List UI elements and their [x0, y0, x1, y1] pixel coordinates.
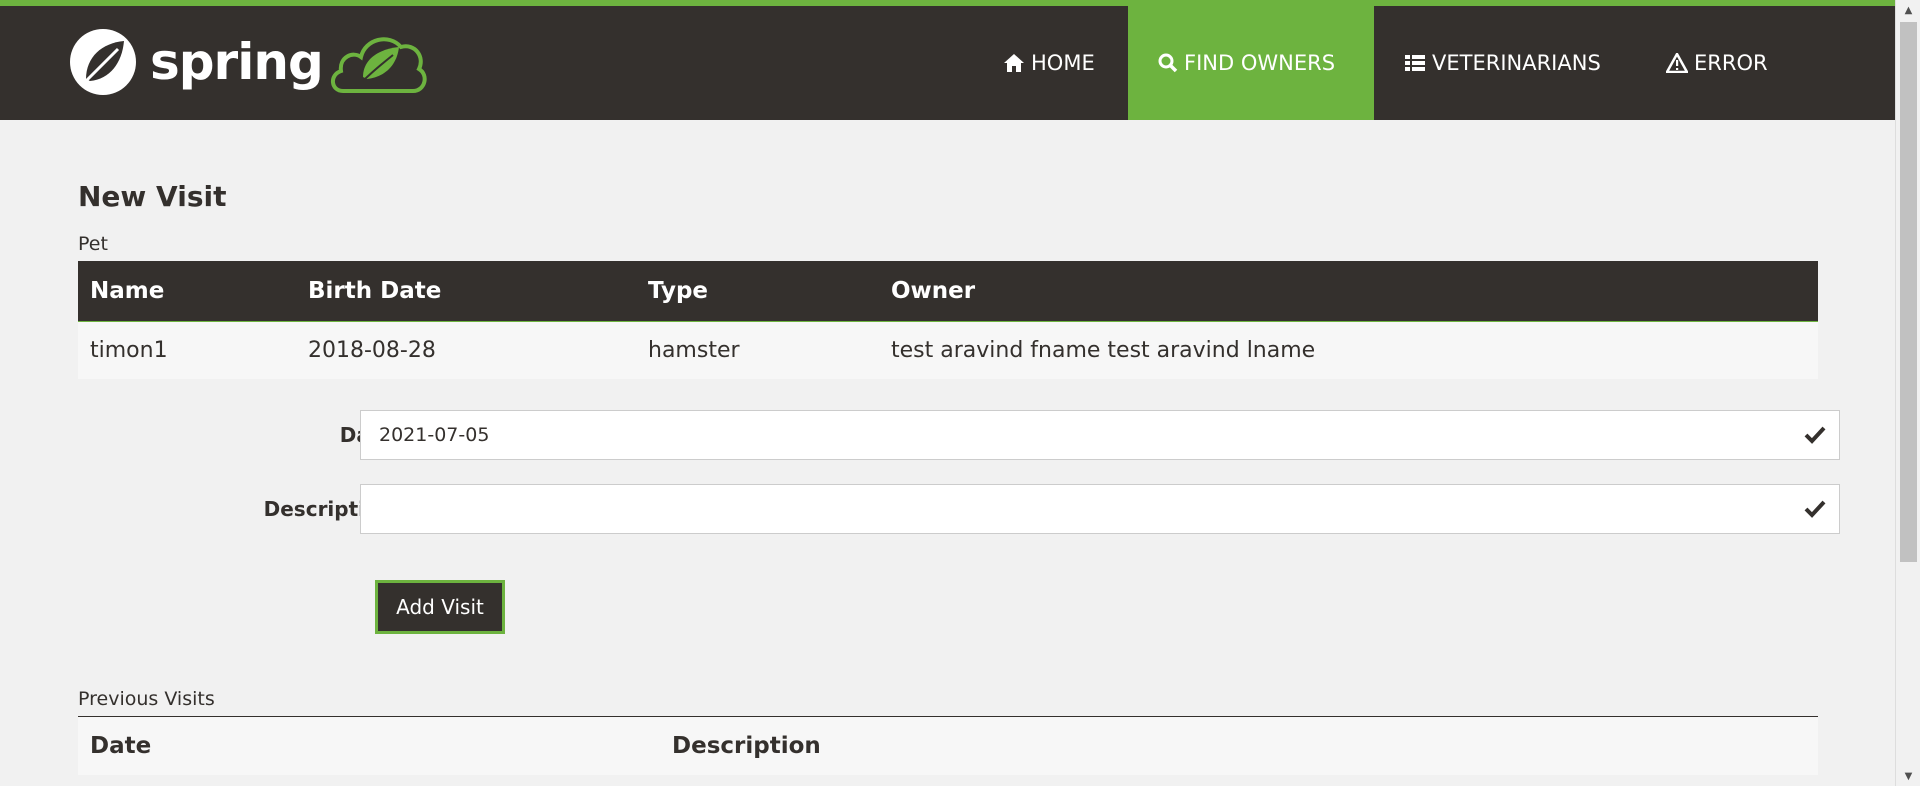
search-icon — [1158, 53, 1178, 73]
column-header-owner: Owner — [879, 261, 1818, 322]
warning-icon — [1666, 53, 1688, 73]
add-visit-button[interactable]: Add Visit — [375, 580, 505, 634]
previous-visits-table: Date Description — [78, 716, 1818, 775]
nav-veterinarians-label: VETERINARIANS — [1432, 51, 1601, 75]
check-icon — [1804, 484, 1826, 534]
check-icon — [1804, 410, 1826, 460]
nav-find-owners-label: FIND OWNERS — [1184, 51, 1336, 75]
spring-logo[interactable]: spring — [68, 22, 429, 102]
nav-error[interactable]: ERROR — [1636, 6, 1798, 120]
scrollbar-thumb[interactable] — [1900, 22, 1917, 562]
pet-name-cell: timon1 — [78, 321, 296, 379]
date-form-row: Date 2021-07-05 — [78, 410, 1840, 460]
description-form-row: Description — [78, 484, 1840, 534]
spring-leaf-icon — [70, 29, 136, 95]
pet-owner-cell: test aravind fname test aravind lname — [879, 321, 1818, 379]
scroll-up-arrow-icon[interactable]: ▲ — [1896, 0, 1920, 20]
cloud-leaf-icon — [330, 37, 427, 93]
home-icon — [1003, 53, 1025, 73]
pet-table: Name Birth Date Type Owner timon1 2018-0… — [78, 261, 1818, 379]
vertical-scrollbar[interactable]: ▲ ▼ — [1895, 0, 1920, 786]
column-header-type: Type — [636, 261, 879, 322]
nav-home-label: HOME — [1031, 51, 1095, 75]
date-input[interactable]: 2021-07-05 — [360, 410, 1840, 460]
column-header-date: Date — [78, 716, 660, 775]
nav-find-owners[interactable]: FIND OWNERS — [1128, 6, 1374, 120]
nav-error-label: ERROR — [1694, 51, 1768, 75]
nav-home[interactable]: HOME — [973, 6, 1125, 120]
brand-wordmark: spring — [150, 33, 324, 91]
pet-type-cell: hamster — [636, 321, 879, 379]
column-header-name: Name — [78, 261, 296, 322]
scroll-down-arrow-icon[interactable]: ▼ — [1896, 766, 1920, 786]
pet-section-label: Pet — [78, 233, 108, 255]
table-row: timon1 2018-08-28 hamster test aravind f… — [78, 321, 1818, 379]
column-header-birth-date: Birth Date — [296, 261, 636, 322]
page-title: New Visit — [78, 180, 227, 213]
list-icon — [1404, 53, 1426, 73]
pet-table-header-row: Name Birth Date Type Owner — [78, 261, 1818, 322]
navbar: spring HOME FIND OWNERS VETERINARIANS ER… — [0, 6, 1895, 120]
pet-birth-date-cell: 2018-08-28 — [296, 321, 636, 379]
column-header-description: Description — [660, 716, 1818, 775]
previous-visits-label: Previous Visits — [78, 688, 215, 710]
nav-veterinarians[interactable]: VETERINARIANS — [1374, 6, 1631, 120]
visits-table-header-row: Date Description — [78, 716, 1818, 775]
description-input[interactable] — [360, 484, 1840, 534]
